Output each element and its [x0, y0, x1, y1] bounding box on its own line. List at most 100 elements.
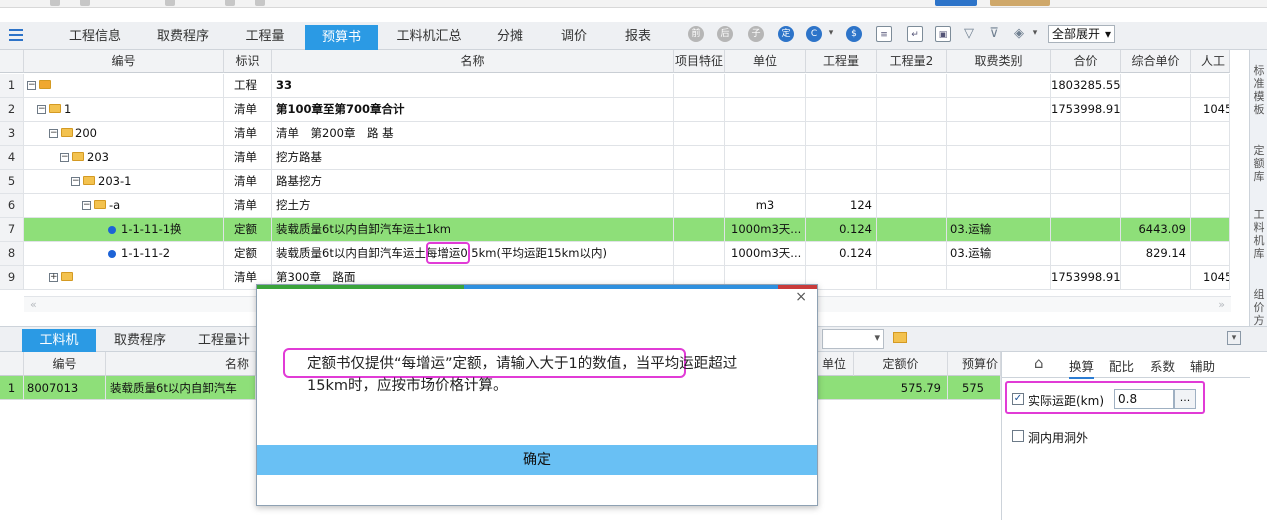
table-row-selected[interactable]: 7 1-1-11-1换 定额 装载质量6t以内自卸汽车运土1km 1000m3天…: [0, 218, 1230, 242]
toolbar-button[interactable]: [990, 0, 1050, 6]
tab-bottom-fee-procedure[interactable]: 取费程序: [104, 330, 176, 352]
fee-type-cell[interactable]: [947, 122, 1051, 145]
tunnel-checkbox[interactable]: [1012, 430, 1024, 442]
header-feature[interactable]: 项目特征: [674, 50, 725, 73]
fee-type-cell[interactable]: 03.运输: [947, 218, 1051, 241]
toolbar-button[interactable]: [165, 0, 175, 6]
quantity2-cell[interactable]: [877, 266, 947, 289]
code-cell[interactable]: − 203-1: [24, 170, 224, 193]
document-icon[interactable]: ≡: [876, 26, 892, 42]
fee-type-cell[interactable]: [947, 74, 1051, 97]
unit-price-cell[interactable]: [1121, 266, 1191, 289]
code-cell[interactable]: − 200: [24, 122, 224, 145]
tab-auxiliary[interactable]: 辅助: [1190, 356, 1215, 375]
unit-price-cell[interactable]: [1121, 170, 1191, 193]
tab-conversion[interactable]: 换算: [1069, 356, 1095, 379]
name-cell[interactable]: 33: [272, 74, 674, 97]
unit-price-cell[interactable]: [1121, 122, 1191, 145]
labor-cell[interactable]: [1191, 74, 1230, 97]
header-name[interactable]: 名称: [272, 50, 674, 73]
chevron-down-icon[interactable]: ▾: [1030, 25, 1040, 41]
total-cell[interactable]: [1051, 242, 1121, 265]
material-budget-price-cell[interactable]: 575: [948, 376, 1001, 400]
feature-cell[interactable]: [674, 74, 725, 97]
labor-cell[interactable]: [1191, 146, 1230, 169]
tab-quantity[interactable]: 工程量: [236, 26, 294, 50]
toolbar-button[interactable]: [255, 0, 265, 6]
materials-header-name[interactable]: 名称: [106, 352, 256, 376]
header-quantity2[interactable]: 工程量2: [877, 50, 947, 73]
calc-icon[interactable]: C: [806, 26, 822, 42]
toolbar-button[interactable]: [935, 0, 977, 6]
quantity-cell[interactable]: 124: [806, 194, 877, 217]
fee-type-cell[interactable]: [947, 146, 1051, 169]
quantity2-cell[interactable]: [877, 122, 947, 145]
collapse-panel-icon[interactable]: ▾: [1227, 331, 1241, 345]
fee-type-cell[interactable]: [947, 266, 1051, 289]
name-cell[interactable]: 路基挖方: [272, 170, 674, 193]
total-cell[interactable]: [1051, 218, 1121, 241]
labor-cell[interactable]: [1191, 122, 1230, 145]
quantity-cell[interactable]: [806, 122, 877, 145]
quantity-cell[interactable]: [806, 170, 877, 193]
table-row[interactable]: 3 − 200 清单 清单 第200章 路 基: [0, 122, 1230, 146]
materials-header-quota-price[interactable]: 定额价: [854, 352, 948, 376]
header-total[interactable]: 合价: [1051, 50, 1121, 73]
header-fee-type[interactable]: 取费类别: [947, 50, 1051, 73]
name-cell[interactable]: 挖方路基: [272, 146, 674, 169]
quantity2-cell[interactable]: [877, 74, 947, 97]
total-cell[interactable]: [1051, 146, 1121, 169]
quantity-cell[interactable]: 0.124: [806, 218, 877, 241]
quantity2-cell[interactable]: [877, 146, 947, 169]
fee-type-cell[interactable]: [947, 98, 1051, 121]
toolbar-button[interactable]: [50, 0, 60, 6]
unit-cell[interactable]: m3: [725, 194, 806, 217]
labor-cell[interactable]: [1191, 218, 1230, 241]
fee-type-cell[interactable]: [947, 194, 1051, 217]
unit-cell[interactable]: [725, 74, 806, 97]
quantity-cell[interactable]: [806, 146, 877, 169]
unit-cell[interactable]: [725, 98, 806, 121]
import-icon[interactable]: ↵: [907, 26, 923, 42]
sidebar-item-standard-template[interactable]: 标准模板: [1252, 64, 1266, 116]
code-cell[interactable]: −: [24, 74, 224, 97]
total-cell[interactable]: [1051, 194, 1121, 217]
labor-cell[interactable]: [1191, 242, 1230, 265]
collapse-icon[interactable]: −: [37, 105, 46, 114]
toolbar-button[interactable]: [225, 0, 235, 6]
total-cell[interactable]: [1051, 122, 1121, 145]
quantity2-cell[interactable]: [877, 98, 947, 121]
material-quota-price-cell[interactable]: 575.79: [854, 376, 948, 400]
header-code[interactable]: 编号: [24, 50, 224, 73]
quota-icon[interactable]: 定: [778, 26, 794, 42]
total-cell[interactable]: 1753998.91: [1051, 98, 1121, 121]
tab-materials[interactable]: 工料机: [22, 329, 96, 353]
unit-price-cell[interactable]: 829.14: [1121, 242, 1191, 265]
sidebar-item-quota-library[interactable]: 定额库: [1252, 144, 1266, 183]
flag-cell[interactable]: 清单: [224, 98, 272, 121]
tab-allocation[interactable]: 分摊: [488, 26, 532, 50]
code-cell[interactable]: +: [24, 266, 224, 289]
feature-cell[interactable]: [674, 170, 725, 193]
tab-material-summary[interactable]: 工料机汇总: [390, 26, 468, 50]
unit-cell[interactable]: [725, 170, 806, 193]
unit-price-cell[interactable]: [1121, 146, 1191, 169]
materials-header-budget-price[interactable]: 预算价: [948, 352, 1001, 376]
header-unit-price[interactable]: 综合单价: [1121, 50, 1191, 73]
feature-cell[interactable]: [674, 218, 725, 241]
unit-cell[interactable]: [725, 122, 806, 145]
total-cell[interactable]: [1051, 170, 1121, 193]
labor-cell[interactable]: [1191, 170, 1230, 193]
unit-price-cell[interactable]: [1121, 98, 1191, 121]
expand-level-select[interactable]: 全部展开 ▾: [1048, 25, 1115, 43]
flag-cell[interactable]: 工程: [224, 74, 272, 97]
scroll-right-icon[interactable]: »: [1218, 298, 1225, 311]
unit-cell[interactable]: 1000m3天...: [725, 242, 806, 265]
material-code-cell[interactable]: 8007013: [24, 376, 106, 400]
tab-coefficient[interactable]: 系数: [1150, 356, 1175, 375]
fee-type-cell[interactable]: 03.运输: [947, 242, 1051, 265]
child-icon[interactable]: 子: [748, 26, 764, 42]
paint-bucket-icon[interactable]: ◈: [1011, 26, 1027, 42]
tab-project-info[interactable]: 工程信息: [60, 26, 130, 50]
collapse-icon[interactable]: −: [27, 81, 36, 90]
